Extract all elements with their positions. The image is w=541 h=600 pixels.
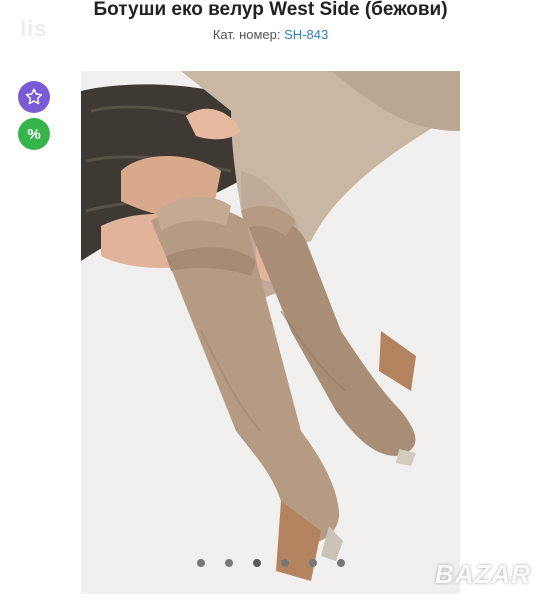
gallery-dot[interactable] [336, 559, 345, 567]
product-sku: Кат. номер: SH-843 [0, 27, 541, 42]
gallery-dot[interactable] [308, 559, 317, 567]
percent-icon: % [27, 125, 41, 143]
star-outline-icon [25, 88, 43, 105]
add-to-favorites-button[interactable] [18, 81, 50, 113]
sku-code[interactable]: SH-843 [284, 27, 328, 42]
gallery-pagination [81, 559, 460, 567]
gallery-dot[interactable] [280, 559, 289, 567]
gallery-dot[interactable] [224, 559, 233, 567]
bazar-watermark: BAZAR [435, 559, 531, 589]
product-title: Ботуши еко велур West Side (бежови) [93, 0, 448, 20]
promo-button[interactable]: % [18, 118, 50, 150]
sku-label: Кат. номер: [212, 27, 285, 42]
gallery-dot-active[interactable] [252, 559, 261, 567]
product-image-gallery[interactable] [81, 71, 460, 594]
product-photo [81, 71, 460, 594]
gallery-dot[interactable] [196, 559, 205, 567]
product-page: lis Ботуши еко велур West Side (бежови) … [0, 0, 541, 600]
